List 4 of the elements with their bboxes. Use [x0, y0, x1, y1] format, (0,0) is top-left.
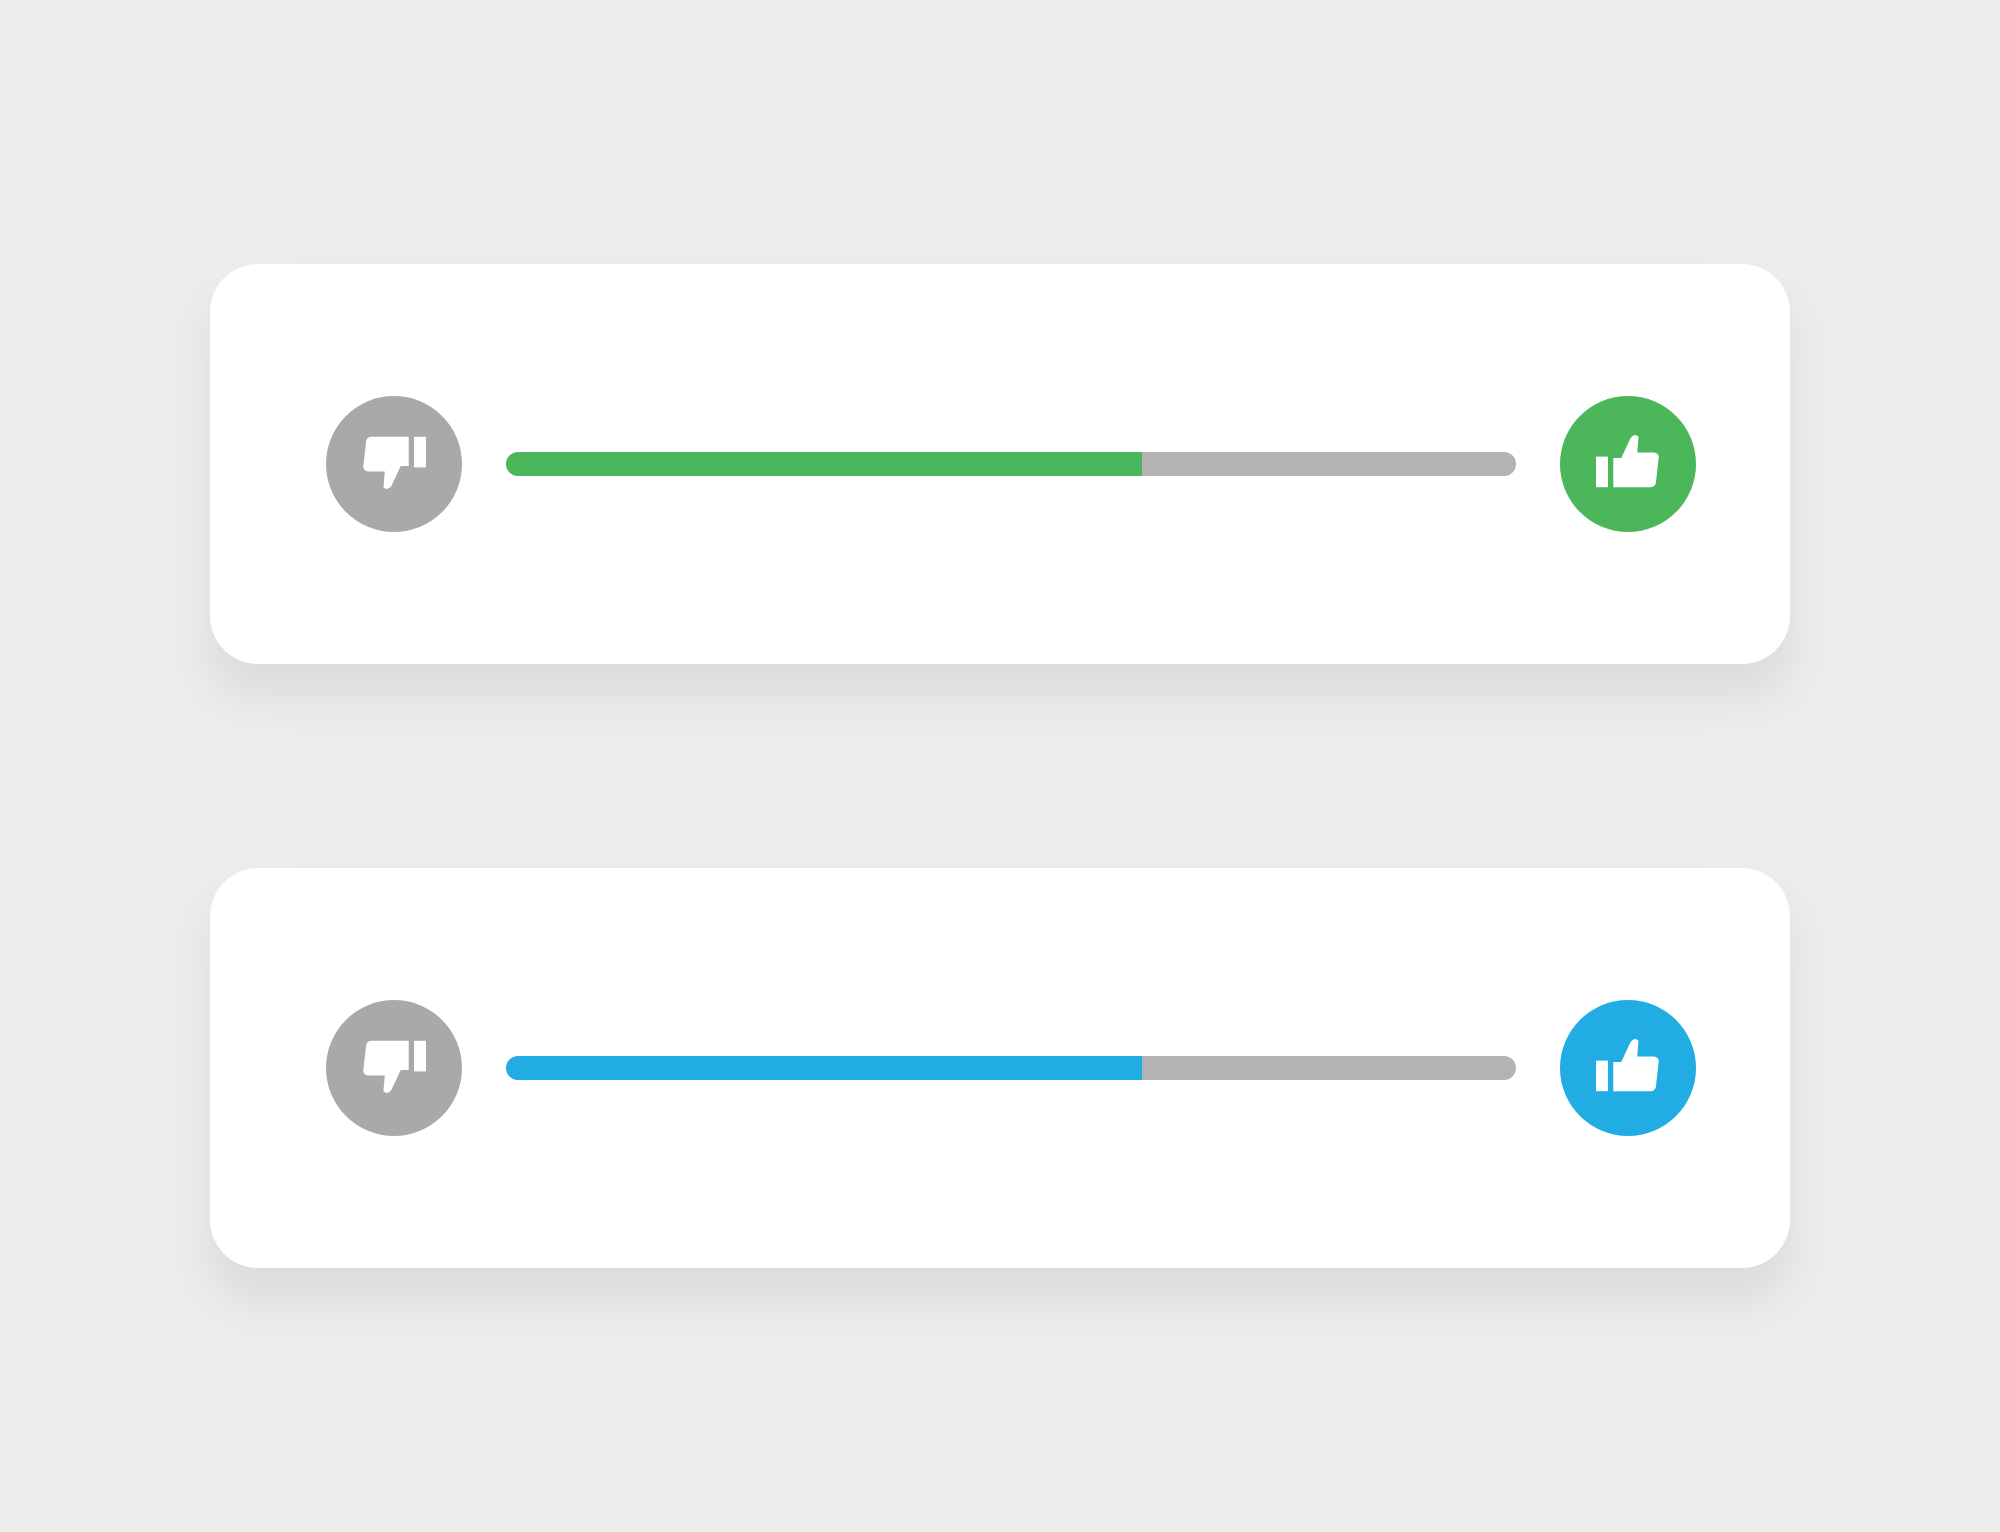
thumbs-down-icon[interactable] — [326, 396, 462, 532]
thumbs-down-icon[interactable] — [326, 1000, 462, 1136]
thumbs-up-icon[interactable] — [1560, 1000, 1696, 1136]
thumbs-up-icon[interactable] — [1560, 396, 1696, 532]
